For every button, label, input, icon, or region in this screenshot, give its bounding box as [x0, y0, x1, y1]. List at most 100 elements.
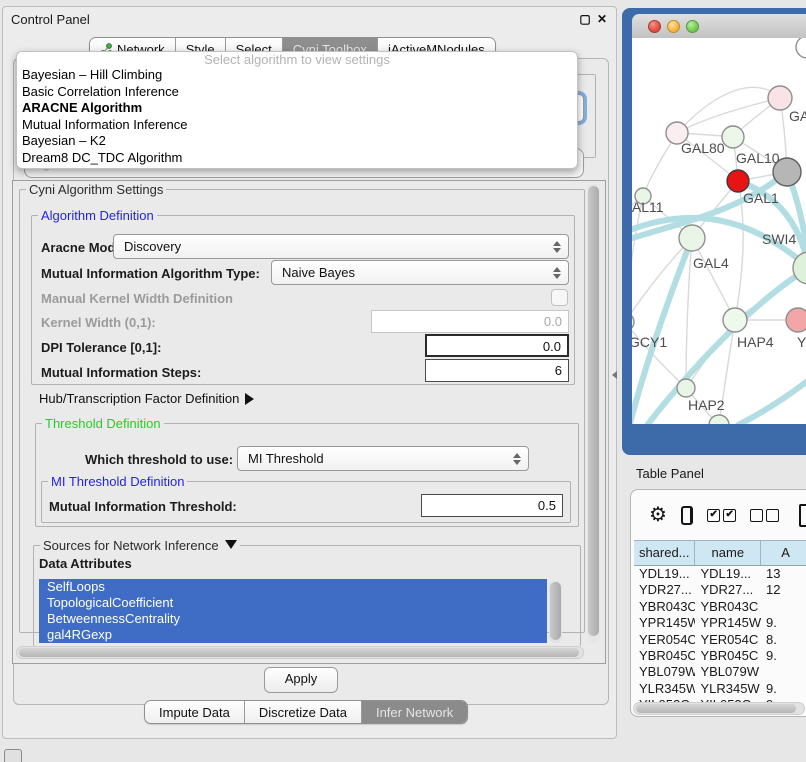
network-node[interactable]: [632, 313, 634, 331]
combo-stepper-icon: [553, 235, 561, 258]
close-traffic-light[interactable]: [648, 20, 661, 33]
network-edge[interactable]: [686, 238, 692, 388]
algorithm-popup-placeholder: Select algorithm to view settings: [17, 52, 577, 67]
gear-icon[interactable]: ⚙: [649, 505, 667, 525]
sources-toggle[interactable]: Sources for Network Inference: [40, 538, 240, 553]
float-window-icon[interactable]: ▢: [578, 12, 592, 26]
network-edge[interactable]: [632, 238, 692, 322]
table-cell: YBL079W: [634, 664, 695, 680]
algorithm-popup-list: Bayesian – Hill ClimbingBasic Correlatio…: [17, 67, 577, 167]
close-window-icon[interactable]: ✕: [595, 12, 609, 26]
hub-definition-toggle[interactable]: Hub/Transcription Factor Definition: [39, 391, 254, 406]
table-cell: YPR145W: [634, 615, 695, 631]
attributes-list-scrollbar[interactable]: [549, 581, 562, 643]
aracne-mode-value: Discovery: [124, 239, 181, 254]
settings-horizontal-scrollbar[interactable]: [16, 646, 584, 659]
table-row[interactable]: YDR27...YDR27...12: [634, 582, 806, 598]
network-node[interactable]: [723, 308, 747, 332]
network-edge[interactable]: [692, 238, 735, 320]
table-row[interactable]: YPR145WYPR145W9.: [634, 615, 806, 631]
network-node[interactable]: [796, 38, 806, 58]
algorithm-option[interactable]: Basic Correlation Inference: [17, 84, 577, 101]
splitter-collapse-arrow-icon[interactable]: [612, 371, 617, 379]
network-node-label: GAL10: [736, 150, 780, 166]
unchecked-box-icon: [750, 509, 763, 522]
data-attribute-item[interactable]: SelfLoops: [39, 579, 547, 595]
algorithm-option[interactable]: Mutual Information Inference: [17, 117, 577, 134]
network-edge-highlighted[interactable]: [738, 380, 806, 424]
network-node[interactable]: [677, 379, 695, 397]
column-header[interactable]: shared...: [634, 541, 695, 565]
network-node-label: Y: [797, 334, 806, 350]
table-cell: 9.: [761, 648, 806, 664]
network-node-label: GAL11: [632, 199, 664, 215]
table-cell: YLR345W: [634, 681, 695, 697]
data-attribute-item[interactable]: gal4RGexp: [39, 627, 547, 643]
zoom-traffic-light[interactable]: [686, 20, 699, 33]
dpi-tolerance-field[interactable]: 0.0: [425, 334, 569, 357]
minimized-panel-icon[interactable]: [4, 749, 22, 762]
tab-impute-data[interactable]: Impute Data: [145, 701, 244, 723]
tab-infer-network[interactable]: Infer Network: [361, 701, 467, 723]
network-node[interactable]: [709, 415, 729, 424]
table-cell: YDL19...: [634, 566, 695, 582]
column-header[interactable]: A: [761, 541, 806, 565]
mi-type-combo[interactable]: Naive Bayes: [271, 260, 569, 285]
mi-threshold-label: Mutual Information Threshold:: [49, 499, 237, 514]
combo-stepper-icon: [513, 447, 521, 470]
table-row[interactable]: YLR345WYLR345W9.: [634, 681, 806, 697]
network-node-label: GAL: [789, 108, 806, 124]
tab-discretize-data[interactable]: Discretize Data: [244, 701, 361, 723]
minimize-traffic-light[interactable]: [667, 20, 680, 33]
manual-kernel-checkbox[interactable]: [551, 289, 568, 306]
network-node-label: GCY1: [632, 334, 667, 350]
select-all-columns-icon[interactable]: ✔ ✔: [707, 509, 736, 522]
table-cell: 9.: [761, 681, 806, 697]
network-canvas[interactable]: GALGAL80GAL10GAL1GAL11GAL4SWI4GCY1HAP4YH…: [632, 38, 806, 424]
network-node[interactable]: [727, 170, 749, 192]
threshold-definition-title: Threshold Definition: [42, 416, 164, 431]
table-cell: 12: [761, 582, 806, 598]
algorithm-option[interactable]: ARACNE Algorithm: [17, 100, 577, 117]
table-horizontal-scrollbar[interactable]: [633, 702, 805, 715]
network-node[interactable]: [722, 126, 744, 148]
table-row[interactable]: YBR045CYBR045C9.: [634, 648, 806, 664]
apply-button[interactable]: Apply: [264, 667, 338, 693]
network-node-label: GAL80: [681, 140, 725, 156]
algorithm-option[interactable]: Bayesian – Hill Climbing: [17, 67, 577, 84]
kernel-width-field[interactable]: 0.0: [371, 310, 569, 333]
table-panel: ⚙ ✔ ✔ shared...nameA YDL19...YDL19...13Y…: [630, 489, 806, 717]
network-window-titlebar[interactable]: [632, 14, 806, 39]
data-attributes-label: Data Attributes: [39, 556, 132, 571]
aracne-mode-combo[interactable]: Discovery: [113, 234, 569, 259]
table-row[interactable]: YBL079WYBL079W: [634, 664, 806, 680]
table-cell: 8.: [761, 632, 806, 648]
algorithm-option[interactable]: Dream8 DC_TDC Algorithm: [17, 150, 577, 167]
table-cell: YER054C: [695, 632, 761, 648]
which-threshold-combo[interactable]: MI Threshold: [237, 446, 529, 471]
settings-vertical-scrollbar[interactable]: [587, 184, 600, 643]
network-node[interactable]: [786, 308, 806, 332]
application-root: Control Panel ▢ ✕ Network Style Select C…: [0, 0, 806, 762]
table-cell: YLR345W: [695, 681, 761, 697]
network-node[interactable]: [679, 225, 705, 251]
data-attribute-item[interactable]: BetweennessCentrality: [39, 611, 547, 627]
table-row[interactable]: YBR043CYBR043C: [634, 599, 806, 615]
mi-steps-label: Mutual Information Steps:: [41, 365, 201, 380]
table-cell: 13: [761, 566, 806, 582]
table-row[interactable]: YDL19...YDL19...13: [634, 566, 806, 582]
algorithm-option[interactable]: Bayesian – K2: [17, 133, 577, 150]
mi-threshold-field[interactable]: 0.5: [421, 494, 563, 517]
column-header[interactable]: name: [695, 541, 761, 565]
table-cell: YBR043C: [695, 599, 761, 615]
table-cell: [761, 664, 806, 680]
table-row[interactable]: YER054CYER054C8.: [634, 632, 806, 648]
export-table-icon[interactable]: [799, 504, 806, 527]
mi-steps-field[interactable]: 6: [425, 359, 569, 382]
network-node[interactable]: [768, 86, 792, 110]
columns-icon[interactable]: [681, 506, 693, 525]
deselect-all-columns-icon[interactable]: [750, 509, 779, 522]
kernel-width-label: Kernel Width (0,1):: [41, 315, 156, 330]
data-attribute-item[interactable]: TopologicalCoefficient: [39, 595, 547, 611]
algorithm-dropdown-popup: Select algorithm to view settings Bayesi…: [16, 51, 578, 169]
